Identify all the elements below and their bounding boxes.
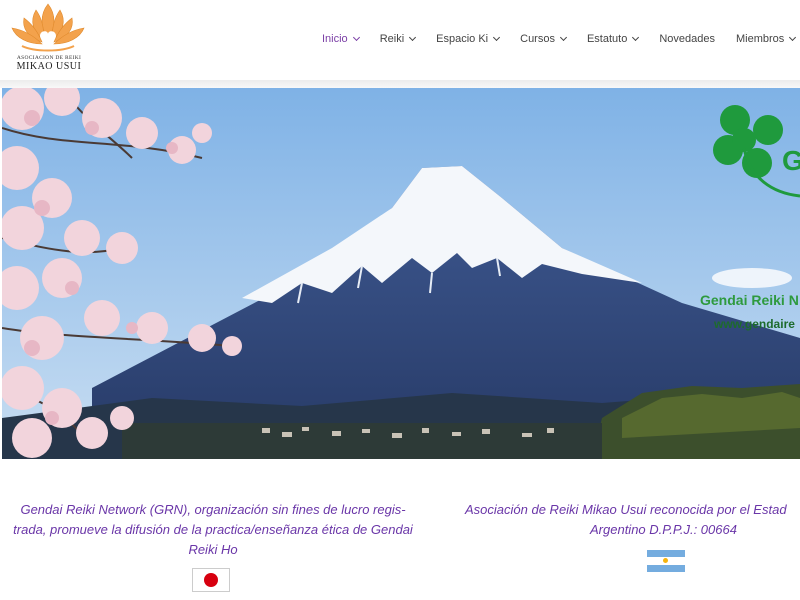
- nav-item-espacio-ki[interactable]: Espacio Ki: [436, 31, 501, 47]
- chevron-down-icon: [559, 33, 568, 42]
- grn-description-line: Gendai Reiki Network (GRN), organización…: [20, 502, 406, 517]
- grn-description-line: Reiki Ho: [188, 542, 238, 557]
- argentina-flag-icon: [647, 550, 685, 572]
- grn-url[interactable]: www.gendaire: [714, 317, 795, 331]
- chevron-down-icon: [409, 33, 417, 42]
- mount-fuji-cherry-blossom-image: G: [2, 88, 800, 459]
- nav-label: Miembros: [735, 33, 785, 45]
- site-header: ASOCIACION DE REIKI MIKAO USUI Inicio Re…: [0, 0, 800, 80]
- grn-tagline: Gendai Reiki N: [700, 292, 799, 308]
- site-logo[interactable]: ASOCIACION DE REIKI MIKAO USUI: [2, 0, 94, 74]
- nav-label: Reiki: [379, 33, 405, 45]
- grn-letter: G: [782, 145, 800, 176]
- lotus-logo-icon: [11, 3, 85, 52]
- nav-item-miembros[interactable]: Miembros: [735, 31, 797, 47]
- nav-item-cursos[interactable]: Cursos: [520, 31, 568, 47]
- hero-banner: G Gendai Reiki N www.gendaire: [2, 88, 800, 459]
- chevron-down-icon: [493, 33, 501, 42]
- nav-label: Cursos: [520, 33, 555, 45]
- recognition-line: Argentino D.P.P.J.: 00664: [590, 522, 737, 537]
- chevron-down-icon: [632, 33, 640, 42]
- grn-description: Gendai Reiki Network (GRN), organización…: [0, 500, 426, 560]
- main-nav: Inicio Reiki Espacio Ki Cursos Estatuto …: [322, 31, 797, 47]
- nav-label: Inicio: [322, 33, 348, 45]
- nav-label: Novedades: [659, 33, 715, 45]
- chevron-down-icon: [352, 33, 360, 42]
- nav-label: Estatuto: [586, 33, 628, 45]
- nav-item-novedades[interactable]: Novedades: [659, 31, 715, 47]
- recognition-line: Asociación de Reiki Mikao Usui reconocid…: [465, 502, 787, 517]
- logo-name: MIKAO USUI: [16, 61, 82, 72]
- chevron-down-icon: [789, 33, 797, 42]
- japan-flag-icon: [192, 568, 230, 592]
- grn-description-line: trada, promueve la difusión de la practi…: [13, 522, 413, 537]
- nav-item-reiki[interactable]: Reiki: [379, 31, 417, 47]
- association-recognition: Asociación de Reiki Mikao Usui reconocid…: [455, 500, 800, 540]
- nav-item-estatuto[interactable]: Estatuto: [586, 31, 640, 47]
- nav-item-inicio[interactable]: Inicio: [322, 31, 360, 47]
- nav-label: Espacio Ki: [436, 33, 489, 45]
- header-divider: [0, 80, 800, 88]
